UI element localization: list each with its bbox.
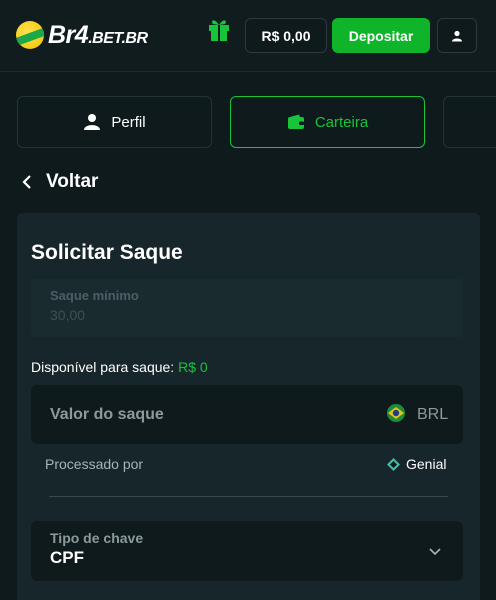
available-amount: R$ 0 bbox=[178, 359, 208, 375]
balance-value: R$ 0,00 bbox=[261, 27, 311, 44]
tab-profile-label: Perfil bbox=[111, 113, 146, 131]
back-link[interactable]: Voltar bbox=[22, 170, 98, 194]
min-withdraw-label: Saque mínimo bbox=[50, 288, 139, 303]
provider: Genial bbox=[387, 456, 446, 472]
logo-text: Br4.BET.BR bbox=[48, 20, 148, 49]
genial-diamond-icon bbox=[387, 457, 400, 471]
divider bbox=[49, 496, 448, 497]
gift-icon[interactable] bbox=[207, 16, 231, 42]
min-withdraw-value: 30,00 bbox=[50, 307, 86, 323]
provider-name: Genial bbox=[406, 456, 447, 472]
tab-wallet[interactable]: Carteira bbox=[230, 96, 425, 148]
currency-code: BRL bbox=[417, 406, 449, 423]
brazil-flag-icon bbox=[385, 404, 407, 422]
available-label: Disponível para saque: bbox=[31, 359, 175, 375]
deposit-button[interactable]: Depositar bbox=[332, 18, 430, 53]
top-header: Br4.BET.BR R$ 0,00 Depositar bbox=[0, 0, 496, 72]
tab-profile[interactable]: Perfil bbox=[17, 96, 212, 148]
chevron-down-icon[interactable] bbox=[428, 544, 442, 558]
key-type-label: Tipo de chave bbox=[50, 530, 144, 546]
withdraw-title: Solicitar Saque bbox=[31, 241, 183, 264]
user-icon bbox=[452, 30, 462, 41]
logo-ball-icon bbox=[16, 21, 44, 49]
tab-wallet-label: Carteira bbox=[314, 113, 369, 131]
person-icon bbox=[84, 114, 101, 130]
back-label: Voltar bbox=[46, 171, 99, 192]
processed-by-label: Processado por bbox=[45, 456, 144, 472]
user-menu-button[interactable] bbox=[437, 18, 477, 53]
chevron-left-icon bbox=[22, 175, 31, 189]
withdraw-amount-placeholder: Valor do saque bbox=[50, 406, 164, 423]
wallet-icon bbox=[287, 114, 304, 129]
tab-next-partial[interactable] bbox=[443, 96, 496, 148]
balance-button[interactable]: R$ 0,00 bbox=[245, 18, 327, 53]
deposit-label: Depositar bbox=[348, 27, 414, 44]
brand-logo[interactable]: Br4.BET.BR bbox=[16, 20, 148, 50]
key-type-value: CPF bbox=[50, 548, 84, 567]
available-balance: Disponível para saque: R$ 0 bbox=[31, 359, 208, 375]
